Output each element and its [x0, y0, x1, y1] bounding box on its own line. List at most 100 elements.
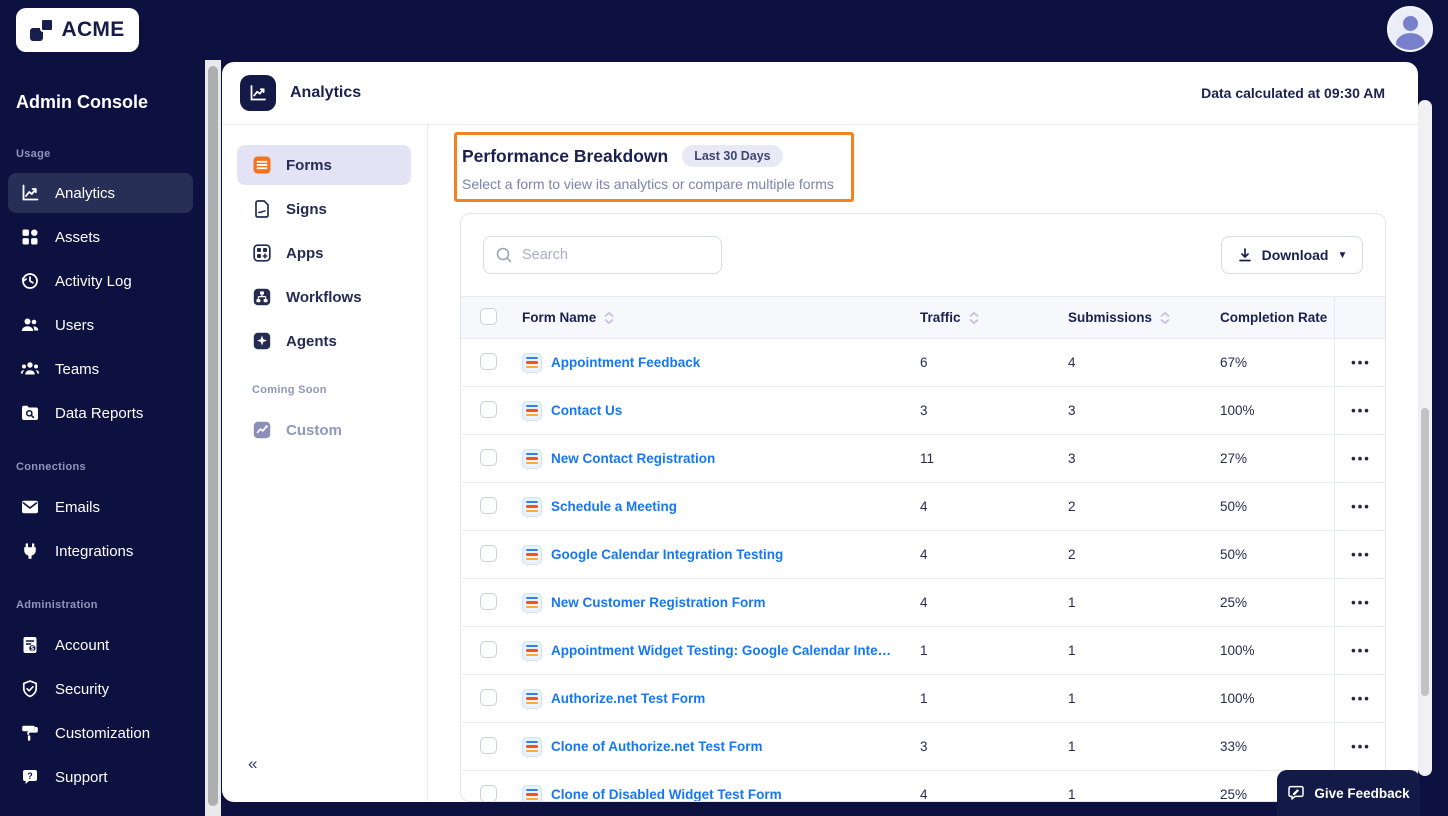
row-checkbox[interactable] [480, 544, 497, 562]
data-reports-icon [20, 403, 40, 423]
column-header-submissions[interactable]: Submissions [1068, 310, 1220, 325]
date-range-badge: Last 30 Days [682, 145, 783, 167]
row-actions-button[interactable]: ••• [1351, 692, 1371, 705]
column-header-completion-rate[interactable]: Completion Rate [1220, 310, 1334, 325]
acme-logo[interactable]: ACME [16, 8, 139, 52]
sidebar-item-label: Activity Log [55, 272, 132, 290]
table-row: Google Calendar Integration Testing 4 2 … [461, 531, 1385, 579]
completion-rate-value: 25% [1220, 595, 1248, 610]
row-checkbox[interactable] [480, 496, 497, 514]
form-icon [522, 496, 542, 517]
acme-logo-icon [30, 18, 55, 42]
analytics-app-icon [240, 75, 276, 111]
submissions-value: 2 [1068, 499, 1076, 514]
submissions-value: 4 [1068, 355, 1076, 370]
right-scrollbar-track[interactable] [1418, 100, 1432, 776]
sidebar-item-assets[interactable]: Assets [8, 217, 193, 257]
left-scrollbar-thumb[interactable] [208, 66, 218, 806]
right-scrollbar-thumb[interactable] [1421, 408, 1429, 696]
table-header-row: Form Name Traffic Submissions Completion… [461, 296, 1385, 339]
row-actions-button[interactable]: ••• [1351, 740, 1371, 753]
acme-logo-text: ACME [61, 18, 125, 41]
sidebar-title: Admin Console [16, 92, 149, 112]
form-name-link[interactable]: Clone of Disabled Widget Test Form [551, 787, 782, 801]
form-icon [522, 784, 542, 801]
form-name-link[interactable]: Clone of Authorize.net Test Form [551, 739, 763, 754]
subnav-item-workflows[interactable]: Workflows [237, 277, 411, 317]
table-row: Authorize.net Test Form 1 1 100% ••• [461, 675, 1385, 723]
sidebar-item-account[interactable]: $ Account [8, 625, 193, 665]
table-row: New Contact Registration 11 3 27% ••• [461, 435, 1385, 483]
table-row: Appointment Feedback 6 4 67% ••• [461, 339, 1385, 387]
traffic-value: 3 [920, 403, 928, 418]
sidebar-item-users[interactable]: Users [8, 305, 193, 345]
traffic-value: 4 [920, 787, 928, 802]
subnav-item-custom[interactable]: Custom [237, 410, 411, 450]
give-feedback-button[interactable]: Give Feedback [1277, 770, 1420, 816]
forms-table-card: Download ▼ Form Name Traffic S [460, 213, 1386, 802]
sidebar-item-analytics[interactable]: Analytics [8, 173, 193, 213]
custom-icon [252, 420, 272, 440]
subnav-item-signs[interactable]: Signs [237, 189, 411, 229]
column-header-form-name[interactable]: Form Name [522, 310, 920, 325]
row-actions-button[interactable]: ••• [1351, 644, 1371, 657]
form-name-link[interactable]: Contact Us [551, 403, 622, 418]
form-name-link[interactable]: Authorize.net Test Form [551, 691, 705, 706]
form-name-link[interactable]: New Contact Registration [551, 451, 715, 466]
form-name-link[interactable]: Google Calendar Integration Testing [551, 547, 783, 562]
row-checkbox[interactable] [480, 688, 497, 706]
row-actions-button[interactable]: ••• [1351, 596, 1371, 609]
form-name-link[interactable]: Appointment Feedback [551, 355, 700, 370]
sidebar-item-label: Analytics [55, 184, 116, 202]
analytics-header: Analytics Data calculated at 09:30 AM [222, 62, 1418, 125]
traffic-value: 1 [920, 691, 928, 706]
form-name-link[interactable]: New Customer Registration Form [551, 595, 766, 610]
sidebar-item-customization[interactable]: Customization [8, 713, 193, 753]
sidebar-item-data-reports[interactable]: Data Reports [8, 393, 193, 433]
row-actions-button[interactable]: ••• [1351, 548, 1371, 561]
user-avatar[interactable] [1387, 6, 1433, 52]
subnav-item-agents[interactable]: Agents [237, 321, 411, 361]
search-input[interactable] [483, 236, 722, 274]
sidebar-item-support[interactable]: ? Support [8, 757, 193, 797]
subnav-item-label: Forms [286, 156, 332, 174]
sidebar-item-teams[interactable]: Teams [8, 349, 193, 389]
completion-rate-value: 50% [1220, 499, 1248, 514]
row-checkbox[interactable] [480, 640, 497, 658]
avatar-person-icon [1403, 16, 1418, 31]
row-checkbox[interactable] [480, 736, 497, 754]
data-calculated-note: Data calculated at 09:30 AM [1201, 85, 1385, 101]
row-actions-button[interactable]: ••• [1351, 404, 1371, 417]
sort-icon[interactable] [603, 311, 615, 325]
sidebar-item-activity-log[interactable]: Activity Log [8, 261, 193, 301]
row-actions-button[interactable]: ••• [1351, 356, 1371, 369]
download-icon [1238, 248, 1251, 262]
customization-paint-roller-icon [20, 723, 40, 743]
select-all-checkbox[interactable] [480, 307, 497, 325]
sidebar-item-integrations[interactable]: Integrations [8, 531, 193, 571]
collapse-sidebar-button[interactable]: « [248, 754, 257, 774]
row-checkbox[interactable] [480, 352, 497, 370]
sidebar-item-security[interactable]: Security [8, 669, 193, 709]
subnav-item-forms[interactable]: Forms [237, 145, 411, 185]
left-scrollbar-track[interactable] [205, 60, 221, 816]
row-actions-button[interactable]: ••• [1351, 452, 1371, 465]
subnav-item-apps[interactable]: Apps [237, 233, 411, 273]
form-name-link[interactable]: Schedule a Meeting [551, 499, 677, 514]
row-checkbox[interactable] [480, 784, 497, 801]
form-name-link[interactable]: Appointment Widget Testing: Google Calen… [551, 643, 891, 658]
sidebar-item-emails[interactable]: Emails [8, 487, 193, 527]
row-checkbox[interactable] [480, 400, 497, 418]
download-button[interactable]: Download ▼ [1221, 236, 1363, 274]
column-header-traffic[interactable]: Traffic [920, 310, 1068, 325]
row-checkbox[interactable] [480, 592, 497, 610]
completion-rate-value: 33% [1220, 739, 1248, 754]
sort-icon[interactable] [968, 311, 980, 325]
section-label-usage: Usage [16, 148, 51, 160]
row-checkbox[interactable] [480, 448, 497, 466]
completion-rate-value: 100% [1220, 691, 1255, 706]
row-actions-button[interactable]: ••• [1351, 500, 1371, 513]
sort-icon[interactable] [1159, 311, 1171, 325]
completion-rate-value: 100% [1220, 403, 1255, 418]
completion-rate-value: 50% [1220, 547, 1248, 562]
